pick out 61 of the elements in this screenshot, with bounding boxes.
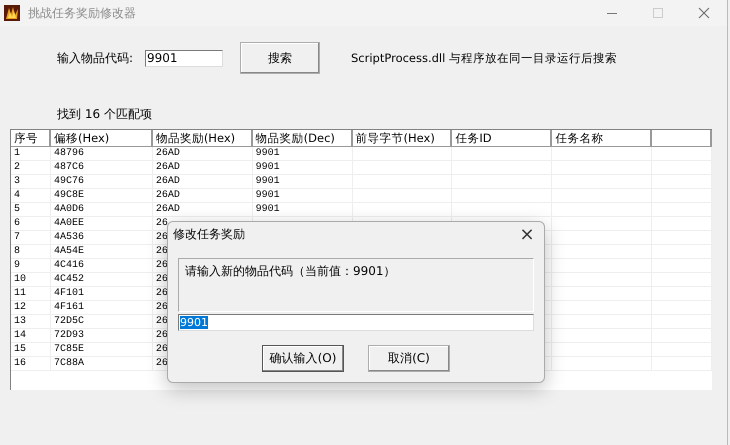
column-header[interactable]: 偏移(Hex): [50, 130, 153, 146]
table-cell: 10: [11, 273, 51, 286]
table-cell: 9901: [252, 189, 353, 202]
column-header[interactable]: 任务名称: [552, 130, 652, 146]
table-cell: 13: [11, 315, 51, 328]
app-icon: [4, 5, 20, 21]
table-cell: 6: [11, 217, 51, 230]
table-cell: 4A54E: [50, 245, 153, 258]
table-cell: 9901: [252, 147, 353, 160]
column-header[interactable]: 序号: [11, 130, 51, 146]
close-icon[interactable]: [698, 7, 710, 19]
table-cell: 2: [11, 161, 51, 174]
table-cell: 4F161: [50, 301, 153, 314]
table-cell: 7C88A: [50, 357, 153, 370]
table-cell: 26AD: [152, 161, 253, 174]
window-title: 挑战任务奖励修改器: [28, 4, 136, 22]
table-cell: 4A0D6: [50, 203, 153, 216]
table-cell: 26AD: [152, 189, 253, 202]
table-cell: 49C8E: [50, 189, 153, 202]
table-cell: 4C416: [50, 259, 153, 272]
table-cell: 487C6: [50, 161, 153, 174]
result-count: 找到 16 个匹配项: [56, 107, 153, 122]
table-cell: 72D5C: [50, 315, 153, 328]
column-header[interactable]: 任务ID: [452, 130, 552, 146]
table-cell: 16: [11, 357, 51, 370]
table-cell: 4C452: [50, 273, 153, 286]
table-cell: 26AD: [152, 203, 253, 216]
item-code-field[interactable]: 9901: [178, 314, 534, 331]
table-cell: 8: [11, 245, 51, 258]
table-cell: 72D93: [50, 329, 153, 342]
confirm-button[interactable]: 确认输入(O): [262, 345, 344, 372]
column-header[interactable]: 前导字节(Hex): [352, 130, 452, 146]
table-cell: 9901: [252, 175, 353, 188]
column-header[interactable]: 物品奖励(Dec): [252, 130, 353, 146]
table-cell: 5: [11, 203, 51, 216]
table-cell: 11: [11, 287, 51, 300]
search-button[interactable]: 搜索: [240, 42, 320, 74]
table-cell: 4F101: [50, 287, 153, 300]
table-cell: 14: [11, 329, 51, 342]
column-header[interactable]: 物品奖励(Hex): [152, 130, 253, 146]
table-cell: 7: [11, 231, 51, 244]
hint-text: ScriptProcess.dll 与程序放在同一目录运行后搜索: [351, 50, 617, 66]
table-cell: 49C76: [50, 175, 153, 188]
table-cell: 12: [11, 301, 51, 314]
close-button[interactable]: ×: [515, 224, 539, 246]
table-cell: 4A536: [50, 231, 153, 244]
table-cell: 4: [11, 189, 51, 202]
item-code-field[interactable]: 9901: [145, 50, 223, 66]
table-cell: 4A0EE: [50, 217, 153, 230]
table-cell: 26AD: [152, 175, 253, 188]
table-cell: 3: [11, 175, 51, 188]
table-cell: 1: [11, 147, 51, 160]
field-label: 输入物品代码:: [57, 50, 134, 66]
table-cell: 9: [11, 259, 51, 272]
table-cell: 7C85E: [50, 343, 153, 356]
table-cell: 26AD: [152, 147, 253, 160]
table-cell: 9901: [252, 203, 353, 216]
table-cell: 15: [11, 343, 51, 356]
cancel-button[interactable]: 取消(C): [368, 345, 450, 372]
table-cell: 9901: [252, 161, 353, 174]
table-cell: 48796: [50, 147, 153, 160]
